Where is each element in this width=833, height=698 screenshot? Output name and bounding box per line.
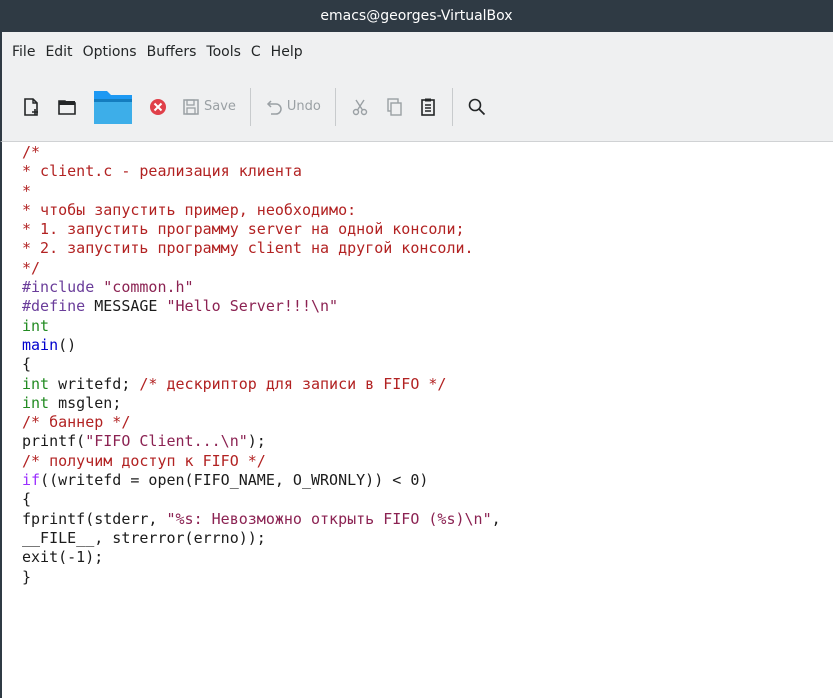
code-token-str: "common.h" — [103, 278, 194, 297]
code-token-type: int — [22, 316, 50, 335]
open-directory-icon — [58, 99, 76, 115]
copy-icon — [387, 97, 402, 116]
code-line[interactable]: printf("FIFO Client...\n"); — [22, 432, 833, 451]
code-line[interactable]: fprintf(stderr, "%s: Невозможно открыть … — [22, 510, 833, 529]
menu-bar: File Edit Options Buffers Tools C Help — [0, 32, 833, 72]
code-line[interactable]: if((writefd = open(FIFO_NAME, O_WRONLY))… — [22, 471, 833, 490]
code-line[interactable]: * чтобы запустить пример, необходимо: — [22, 201, 833, 220]
code-token-comment: * 1. запустить программу server на одной… — [22, 220, 465, 239]
code-token-comment: */ — [22, 258, 41, 277]
find-file-button[interactable] — [92, 87, 134, 127]
menu-file[interactable]: File — [8, 44, 39, 60]
code-token-comment: /* получим доступ к FIFO */ — [22, 451, 266, 470]
code-token-plain: ; — [121, 374, 140, 393]
code-line[interactable]: */ — [22, 259, 833, 278]
code-token-plain: MESSAGE — [94, 297, 167, 316]
code-token-comment: * client.c - реализация клиента — [22, 162, 302, 181]
code-line[interactable]: { — [22, 490, 833, 509]
code-line[interactable]: int — [22, 317, 833, 336]
undo-icon — [266, 99, 282, 115]
menu-tools[interactable]: Tools — [202, 44, 245, 60]
code-token-plain: msglen — [58, 393, 113, 412]
code-line[interactable]: main() — [22, 336, 833, 355]
code-line[interactable]: #include "common.h" — [22, 278, 833, 297]
code-token-type: int — [22, 374, 59, 393]
paste-icon — [421, 98, 435, 116]
code-token-plain: ; — [112, 393, 122, 412]
code-token-str: "Hello Server!!!\n" — [166, 297, 339, 316]
code-line[interactable]: #define MESSAGE "Hello Server!!!\n" — [22, 297, 833, 316]
code-token-comment: /* дескриптор для записи в FIFO */ — [139, 374, 447, 393]
code-token-type: int — [22, 393, 59, 412]
search-button[interactable] — [467, 87, 487, 127]
code-line[interactable]: /* баннер */ — [22, 413, 833, 432]
code-line[interactable]: * client.c - реализация клиента — [22, 162, 833, 181]
close-buffer-button[interactable] — [148, 87, 168, 127]
menu-edit[interactable]: Edit — [41, 44, 76, 60]
code-line[interactable]: exit(-1); — [22, 548, 833, 567]
code-token-plain: __FILE__, strerror(errno)); — [22, 528, 266, 547]
cut-icon — [352, 99, 368, 115]
code-token-plain: fprintf(stderr, — [22, 509, 167, 528]
toolbar-separator — [334, 87, 336, 126]
code-line[interactable]: __FILE__, strerror(errno)); — [22, 529, 833, 548]
code-line[interactable]: int writefd; /* дескриптор для записи в … — [22, 375, 833, 394]
toolbar-separator — [451, 87, 453, 126]
code-token-plain: writefd — [58, 374, 122, 393]
window-title: emacs@georges-VirtualBox — [320, 8, 513, 24]
code-line[interactable]: /* — [22, 143, 833, 162]
open-directory-button[interactable] — [56, 87, 78, 127]
code-token-fn: main — [22, 335, 59, 354]
new-file-button[interactable] — [22, 87, 42, 127]
menu-c[interactable]: C — [247, 44, 265, 60]
code-token-plain: printf( — [22, 432, 86, 451]
new-file-icon — [24, 97, 38, 116]
code-token-plain: { — [22, 355, 32, 374]
tool-bar: Save Undo — [0, 72, 833, 142]
menu-buffers[interactable]: Buffers — [143, 44, 201, 60]
code-token-plain: exit(-1); — [22, 548, 104, 567]
save-icon — [183, 98, 199, 115]
code-token-comment: * 2. запустить программу client на друго… — [22, 239, 474, 258]
save-label: Save — [204, 99, 236, 114]
code-token-prep: #define — [22, 297, 95, 316]
paste-button[interactable] — [418, 87, 438, 127]
code-token-plain: , — [491, 509, 501, 528]
code-line[interactable]: /* получим доступ к FIFO */ — [22, 452, 833, 471]
code-token-prep: #include — [22, 278, 104, 297]
folder-icon — [94, 90, 132, 124]
undo-button[interactable]: Undo — [265, 87, 321, 127]
code-line[interactable]: int msglen; — [22, 394, 833, 413]
menu-help[interactable]: Help — [267, 44, 307, 60]
code-line[interactable]: } — [22, 568, 833, 587]
toolbar-separator — [249, 87, 251, 126]
code-token-plain: () — [58, 335, 77, 354]
code-token-plain: ); — [247, 432, 266, 451]
window-titlebar[interactable]: emacs@georges-VirtualBox — [0, 0, 833, 32]
copy-button[interactable] — [384, 87, 404, 127]
code-token-plain: ((writefd = open(FIFO_NAME, O_WRONLY)) <… — [40, 471, 429, 490]
code-token-comment: * чтобы запустить пример, необходимо: — [22, 200, 357, 219]
code-token-comment: * — [22, 181, 32, 200]
code-token-str: "FIFO Client...\n" — [85, 432, 248, 451]
editor-buffer[interactable]: /* * client.c - реализация клиента * * чтоб… — [0, 142, 833, 698]
code-line[interactable]: * 1. запустить программу server на одной… — [22, 220, 833, 239]
code-token-plain: { — [22, 490, 32, 509]
search-icon — [468, 98, 486, 115]
code-token-str: "%s: Невозможно открыть FIFO (%s)\n" — [166, 509, 492, 528]
undo-label: Undo — [286, 99, 321, 114]
code-line[interactable]: * — [22, 182, 833, 201]
code-token-comment: /* баннер */ — [22, 413, 131, 432]
code-token-plain: } — [22, 567, 32, 586]
code-line[interactable]: { — [22, 355, 833, 374]
code-token-comment: /* — [22, 143, 41, 161]
save-button[interactable]: Save — [182, 87, 236, 127]
menu-options[interactable]: Options — [79, 44, 141, 60]
code-token-kw: if — [22, 471, 41, 490]
cut-button[interactable] — [350, 87, 370, 127]
close-buffer-icon — [150, 98, 166, 115]
code-line[interactable]: * 2. запустить программу client на друго… — [22, 239, 833, 258]
